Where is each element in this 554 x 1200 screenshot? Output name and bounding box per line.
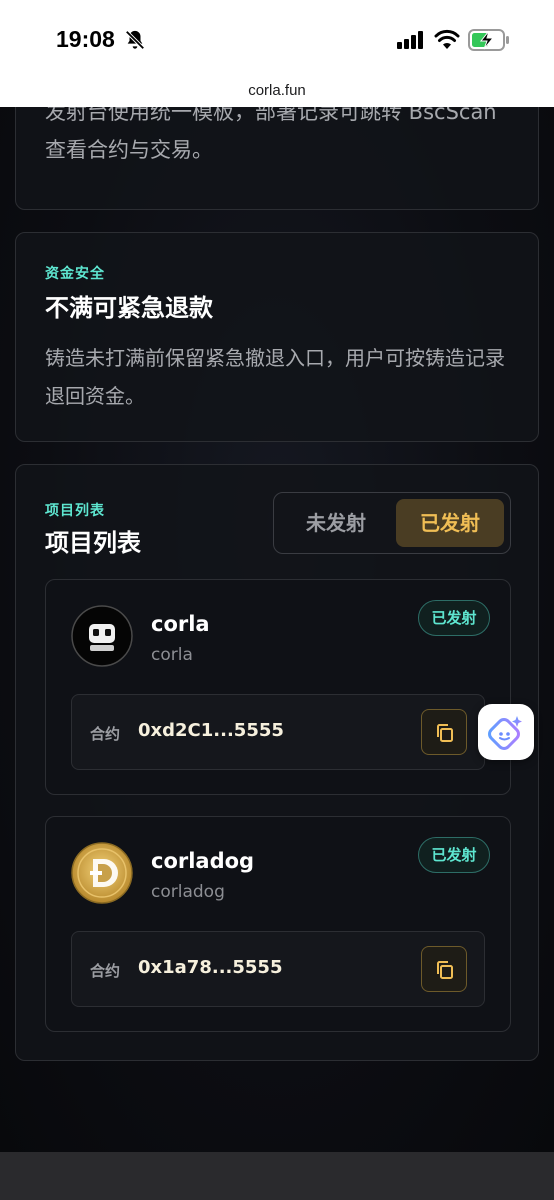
copy-icon	[437, 724, 453, 742]
project-list-section: 项目列表 项目列表 未发射 已发射 corla corla 已发射 合约 0xd…	[15, 464, 539, 1061]
battery-charging-icon	[468, 29, 509, 51]
assistant-float-button[interactable]	[478, 704, 534, 760]
launch-status-tabs: 未发射 已发射	[273, 492, 511, 554]
cellular-signal-icon	[397, 31, 423, 49]
bell-off-icon	[125, 30, 145, 50]
sparkle-face-icon	[488, 716, 522, 750]
copy-address-button[interactable]	[421, 946, 467, 992]
safety-text: 铸造未打满前保留紧急撤退入口，用户可按铸造记录退回资金。	[45, 346, 505, 408]
robot-avatar-icon	[71, 605, 133, 667]
template-card: 发射台使用统一模板，部署记录可跳转 BscScan 查看合约与交易。	[15, 107, 539, 210]
contract-row: 合约 0xd2C1...5555	[71, 694, 485, 770]
wifi-icon	[434, 29, 460, 49]
project-name: corla	[151, 612, 210, 636]
project-symbol: corladog	[151, 882, 225, 902]
project-symbol: corla	[151, 645, 193, 665]
status-badge: 已发射	[418, 600, 490, 636]
projects-eyebrow: 项目列表	[45, 503, 105, 519]
safety-title: 不满可紧急退款	[45, 294, 213, 322]
project-card[interactable]: corla corla 已发射 合约 0xd2C1...5555	[45, 579, 511, 795]
copy-icon	[437, 961, 453, 979]
tab-unlaunched[interactable]: 未发射	[282, 499, 390, 547]
tab-launched[interactable]: 已发射	[396, 499, 504, 547]
project-card[interactable]: corladog corladog 已发射 合约 0x1a78...5555	[45, 816, 511, 1032]
contract-address: 0xd2C1...5555	[138, 720, 284, 741]
copy-address-button[interactable]	[421, 709, 467, 755]
projects-title: 项目列表	[45, 529, 141, 557]
contract-row: 合约 0x1a78...5555	[71, 931, 485, 1007]
address-bar[interactable]: corla.fun	[0, 80, 554, 107]
safety-eyebrow: 资金安全	[45, 266, 105, 282]
project-name: corladog	[151, 849, 255, 873]
contract-label: 合约	[90, 725, 121, 743]
page-content: 发射台使用统一模板，部署记录可跳转 BscScan 查看合约与交易。 资金安全 …	[0, 107, 554, 1152]
contract-address: 0x1a78...5555	[138, 957, 283, 978]
template-card-text: 发射台使用统一模板，部署记录可跳转 BscScan 查看合约与交易。	[45, 107, 497, 162]
status-time: 19:08	[56, 26, 115, 52]
doge-avatar-icon	[71, 842, 133, 904]
status-badge: 已发射	[418, 837, 490, 873]
safety-card: 资金安全 不满可紧急退款 铸造未打满前保留紧急撤退入口，用户可按铸造记录退回资金…	[15, 232, 539, 442]
status-bar: 19:08	[0, 0, 554, 80]
browser-toolbar	[0, 1152, 554, 1200]
contract-label: 合约	[90, 962, 121, 980]
